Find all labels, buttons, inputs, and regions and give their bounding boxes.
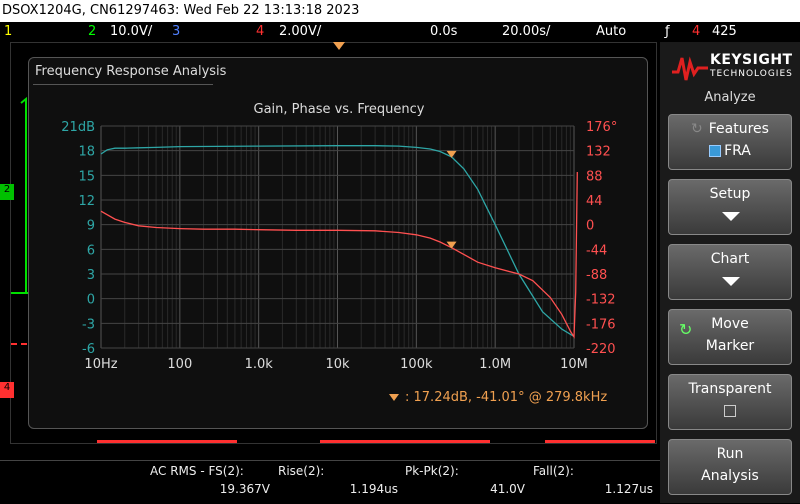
channel-4-trace-segment (97, 440, 237, 443)
y-left-tick-label: -3 (82, 317, 95, 332)
y-left-tick-label: 9 (87, 219, 95, 234)
y-left-tick-label: 3 (87, 268, 95, 283)
run-analysis-button[interactable]: Run Analysis (668, 439, 792, 495)
transparent-label: Transparent (688, 381, 772, 397)
dialog-title: Frequency Response Analysis (35, 64, 227, 79)
measurement-value: 19.367V (219, 482, 270, 496)
y-right-tick-label: 0 (586, 219, 594, 234)
dialog-title-underline (33, 84, 213, 85)
y-right-tick-label: -132 (586, 293, 616, 308)
channel-3-number[interactable]: 3 (172, 22, 180, 42)
trigger-level: 425 (712, 24, 737, 39)
channel-4-scale: 2.00V/ (279, 24, 322, 39)
y-left-tick-label: 0 (87, 293, 95, 308)
trigger-mode: Auto (596, 24, 627, 39)
x-tick-label: 10k (325, 357, 350, 372)
trigger-position-marker[interactable] (333, 42, 345, 50)
measurement-label: Fall(2): (533, 464, 574, 478)
measurement-value: 1.127us (604, 482, 653, 496)
channel-4-trace-segment (320, 440, 490, 443)
measurement-bar: AC RMS - FS(2): 19.367V Rise(2): 1.194us… (0, 460, 660, 504)
features-button[interactable]: ↻ Features FRA (668, 114, 792, 170)
phase-marker (446, 241, 457, 249)
y-right-tick-label: -44 (586, 243, 607, 258)
channel-4-trace-segment (545, 440, 655, 443)
trigger-channel: 4 (692, 24, 701, 39)
y-left-tick-label: 18 (78, 145, 95, 160)
softkey-panel: KEYSIGHT TECHNOLOGIES Analyze ↻ Features … (660, 42, 800, 503)
keysight-wave-icon (672, 56, 708, 81)
y-right-tick-label: -220 (586, 342, 616, 357)
fra-dialog: Frequency Response Analysis Gain, Phase … (28, 57, 648, 429)
transparent-checkbox (669, 403, 791, 419)
channel-2-ground-marker[interactable]: 2 (0, 184, 14, 200)
x-tick-label: 100 (167, 357, 192, 372)
fra-chart[interactable]: 10Hz 100 1.0k 10k 100k 1.0M 10M 21dB 176° 18 132 15… (29, 116, 649, 416)
channel-4-ground-marker[interactable]: 4 (0, 382, 14, 398)
y-left-tick-label: 21dB (61, 120, 95, 135)
x-tick-label: 1.0M (479, 357, 511, 372)
chart-button[interactable]: Chart (668, 244, 792, 300)
marker-readout-text: 17.24dB, -41.01° @ 279.8kHz (413, 390, 608, 405)
marker-readout: : 17.24dB, -41.01° @ 279.8kHz (389, 390, 607, 405)
move-marker-label-2: Marker (705, 338, 755, 354)
y-right-tick-label: 88 (586, 169, 603, 184)
y-right-tick-label: 132 (586, 145, 611, 160)
y-right-tick-label: 44 (586, 194, 603, 209)
channel-1-number[interactable]: 1 (4, 22, 12, 42)
chevron-down-icon (722, 212, 740, 221)
time-scale: 20.00s/ (502, 24, 551, 39)
channel-2-scale: 10.0V/ (110, 24, 153, 39)
y-left-tick-label: -6 (82, 342, 95, 357)
y-right-tick-label: -88 (586, 268, 607, 283)
chart-label: Chart (710, 251, 750, 267)
y-right-tick-label: 176° (586, 120, 617, 135)
window-title-bar: DSOX1204G, CN61297463: Wed Feb 22 13:13:… (0, 0, 800, 22)
checked-checkbox-icon (709, 145, 722, 157)
channel-status-bar: 1 2 10.0V/ 3 4 2.00V/ 0.0s 20.00s/ Auto (0, 22, 660, 42)
time-position: 0.0s (430, 24, 458, 39)
x-tick-label: 100k (400, 357, 433, 372)
measurement-label: AC RMS - FS(2): (150, 464, 244, 478)
y-right-tick-label: -176 (586, 317, 616, 332)
brand-name: KEYSIGHT (710, 52, 793, 68)
move-marker-button[interactable]: ↻ Move Marker (668, 309, 792, 365)
setup-button[interactable]: Setup (668, 179, 792, 235)
refresh-icon: ↻ (691, 121, 703, 137)
run-analysis-label-1: Run (716, 446, 744, 462)
measurement-value: 41.0V (490, 482, 525, 496)
y-left-tick-label: 6 (87, 243, 95, 258)
y-left-tick-label: 12 (78, 194, 95, 209)
chevron-down-icon (722, 277, 740, 286)
unchecked-checkbox-icon (724, 405, 736, 417)
x-tick-label: 10Hz (84, 357, 117, 372)
gain-marker (446, 150, 457, 158)
x-tick-label: 1.0k (245, 357, 274, 372)
marker-icon (389, 394, 399, 401)
channel-4-number[interactable]: 4 (256, 22, 264, 42)
trigger-slope-icon: ƒ (665, 24, 670, 39)
marker-readout-colon: : (405, 390, 414, 405)
setup-label: Setup (709, 186, 751, 202)
measurement-label: Rise(2): (278, 464, 325, 478)
x-tick-label: 10M (560, 357, 588, 372)
measurement-label: Pk-Pk(2): (405, 464, 459, 478)
fra-option: FRA (669, 143, 791, 159)
chart-title: Gain, Phase vs. Frequency (253, 102, 425, 117)
features-label: ↻ Features (691, 121, 769, 137)
brand-subtitle: TECHNOLOGIES (710, 69, 793, 79)
panel-section-title: Analyze (704, 90, 756, 105)
y-left-tick-label: 15 (78, 169, 95, 184)
keysight-logo: KEYSIGHT TECHNOLOGIES (670, 48, 795, 88)
run-analysis-label-2: Analysis (701, 468, 759, 484)
channel-2-number[interactable]: 2 (88, 22, 96, 42)
move-marker-label-1: Move (711, 316, 749, 332)
transparent-button[interactable]: Transparent (668, 374, 792, 430)
measurement-value: 1.194us (349, 482, 398, 496)
